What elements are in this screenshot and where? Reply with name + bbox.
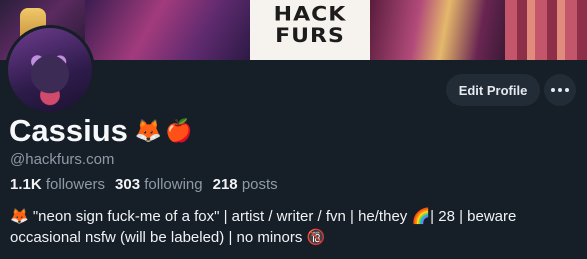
followers-stat[interactable]: 1.1K followers (10, 176, 105, 193)
following-label: following (144, 176, 203, 193)
edit-profile-button[interactable]: Edit Profile (446, 74, 540, 106)
more-options-button[interactable] (544, 74, 576, 106)
ellipsis-icon (551, 88, 569, 92)
banner-art-collage (505, 0, 587, 60)
bio-line-2: occasional nsfw (will be labeled) | no m… (10, 229, 303, 246)
following-stat[interactable]: 303 following (115, 176, 203, 193)
following-count: 303 (115, 176, 141, 193)
banner-logo-text: HACK FURS (273, 3, 347, 48)
followers-label: followers (45, 176, 106, 193)
posts-stat: 218 posts (213, 176, 278, 193)
profile-bio: 🦊 "neon sign fuck-me of a fox" | artist … (10, 206, 580, 248)
no-minors-emoji-icon: 🔞 (306, 228, 326, 246)
profile-stats: 1.1K followers 303 following 218 posts (10, 176, 278, 193)
fox-emoji-icon: 🦊 (134, 118, 163, 144)
edit-profile-label: Edit Profile (458, 82, 528, 98)
display-name-row: Cassius 🦊 🍎 (9, 113, 193, 149)
bio-line-1-end: | 28 | beware (430, 208, 517, 225)
followers-count: 1.1K (10, 176, 42, 193)
bio-line-1: "neon sign fuck-me of a fox" | artist / … (32, 208, 408, 225)
avatar[interactable] (5, 25, 95, 115)
fox-emoji-icon: 🦊 (10, 207, 29, 225)
banner-art-character (85, 0, 250, 60)
banner-logo-panel: HACK FURS (250, 0, 370, 60)
rainbow-emoji-icon: 🌈 (411, 207, 431, 225)
user-handle: @hackfurs.com (10, 151, 115, 168)
posts-label: posts (241, 176, 278, 193)
display-name: Cassius (9, 113, 128, 148)
posts-count: 218 (212, 176, 238, 193)
apple-emoji-icon: 🍎 (165, 118, 193, 144)
banner-art-right (20, 0, 505, 60)
